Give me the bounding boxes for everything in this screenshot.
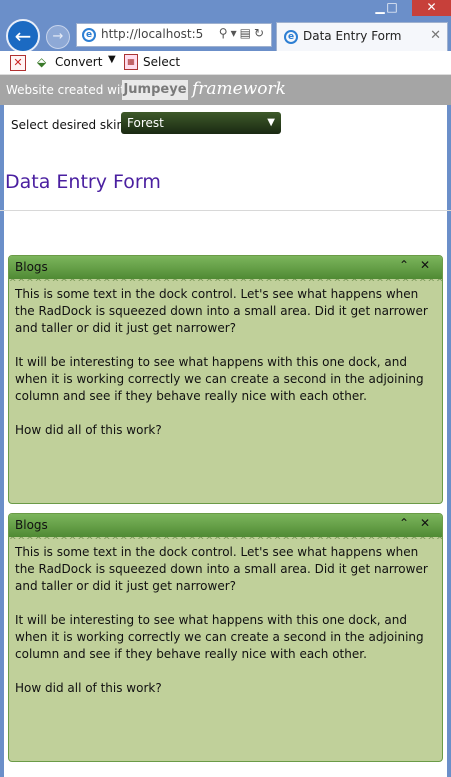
page-title: Data Entry Form (5, 171, 161, 193)
divider (0, 210, 451, 211)
address-bar[interactable]: e http://localhost:546 ⚲▾▤↻ (76, 23, 272, 47)
navigation-bar: ← → e http://localhost:546 ⚲▾▤↻ e Data E… (0, 16, 451, 53)
select-icon[interactable]: ▦ (124, 54, 138, 70)
dock-body: This is some text in the dock control. L… (15, 286, 437, 456)
dock-paragraph: It will be interesting to see what happe… (15, 613, 424, 661)
close-icon[interactable]: ✕ (420, 516, 430, 530)
dock-header[interactable]: Blogs ⌃ ✕ (9, 514, 442, 537)
convert-dropdown-icon[interactable]: ▼ (108, 54, 116, 65)
tab-data-entry-form[interactable]: e Data Entry Form ✕ (276, 22, 448, 51)
command-bar: ✕ ⬙ Convert ▼ ▦ Select (0, 51, 451, 75)
compat-icon[interactable]: ▤ (240, 26, 254, 40)
framework-logo-text: framework (192, 79, 286, 99)
dock-paragraph: This is some text in the dock control. L… (15, 287, 428, 335)
blogs-dock: Blogs ⌃ ✕ ^^^^^^^^^^^^^^^^^^^^^^^^^^^^^^… (8, 255, 443, 504)
collapse-icon[interactable]: ⌃ (399, 516, 409, 530)
dock-paragraph: This is some text in the dock control. L… (15, 545, 428, 593)
close-icon[interactable]: ✕ (420, 258, 430, 272)
dock-title: Blogs (15, 260, 48, 274)
address-text[interactable]: http://localhost:546 (101, 27, 203, 41)
back-button[interactable]: ← (6, 19, 40, 53)
skin-label: Select desired skin: (11, 118, 129, 132)
refresh-icon[interactable]: ↻ (254, 26, 267, 40)
skin-select-value: Forest (127, 116, 164, 130)
dock-header[interactable]: Blogs ⌃ ✕ (9, 256, 442, 279)
close-toolbar-icon[interactable]: ✕ (10, 55, 26, 71)
chevron-down-icon[interactable]: ▼ (267, 112, 275, 134)
select-button[interactable]: Select (143, 55, 180, 69)
dock-body: This is some text in the dock control. L… (15, 544, 437, 714)
site-header: Website created with Jumpeye framework (0, 75, 451, 105)
ie-page-icon: e (82, 28, 96, 42)
forward-button[interactable]: → (46, 25, 70, 49)
tab-title: Data Entry Form (303, 29, 402, 43)
tab-ie-icon: e (284, 30, 298, 44)
jumpeye-logo: Jumpeye (122, 80, 188, 100)
page-content: Website created with Jumpeye framework S… (0, 75, 451, 777)
dock-paragraph: How did all of this work? (15, 423, 162, 437)
dropdown-icon[interactable]: ▾ (231, 26, 240, 40)
convert-icon[interactable]: ⬙ (37, 55, 46, 69)
convert-button[interactable]: Convert (55, 55, 102, 69)
close-window-button[interactable]: ✕ (412, 0, 451, 16)
window-titlebar: ▁ □ ✕ (0, 0, 451, 16)
tab-close-icon[interactable]: ✕ (430, 28, 441, 43)
search-icon[interactable]: ⚲ (219, 26, 231, 40)
address-bar-icons[interactable]: ⚲▾▤↻ (219, 26, 267, 40)
back-arrow-icon: ← (14, 24, 32, 48)
skin-select[interactable]: Forest ▼ (121, 112, 281, 134)
forward-arrow-icon: → (52, 29, 64, 44)
dock-paragraph: How did all of this work? (15, 681, 162, 695)
dock-title: Blogs (15, 518, 48, 532)
blogs-dock: Blogs ⌃ ✕ ^^^^^^^^^^^^^^^^^^^^^^^^^^^^^^… (8, 513, 443, 762)
maximize-button[interactable]: □ (380, 0, 404, 16)
collapse-icon[interactable]: ⌃ (399, 258, 409, 272)
dock-paragraph: It will be interesting to see what happe… (15, 355, 424, 403)
created-with-text: Website created with (6, 83, 133, 97)
